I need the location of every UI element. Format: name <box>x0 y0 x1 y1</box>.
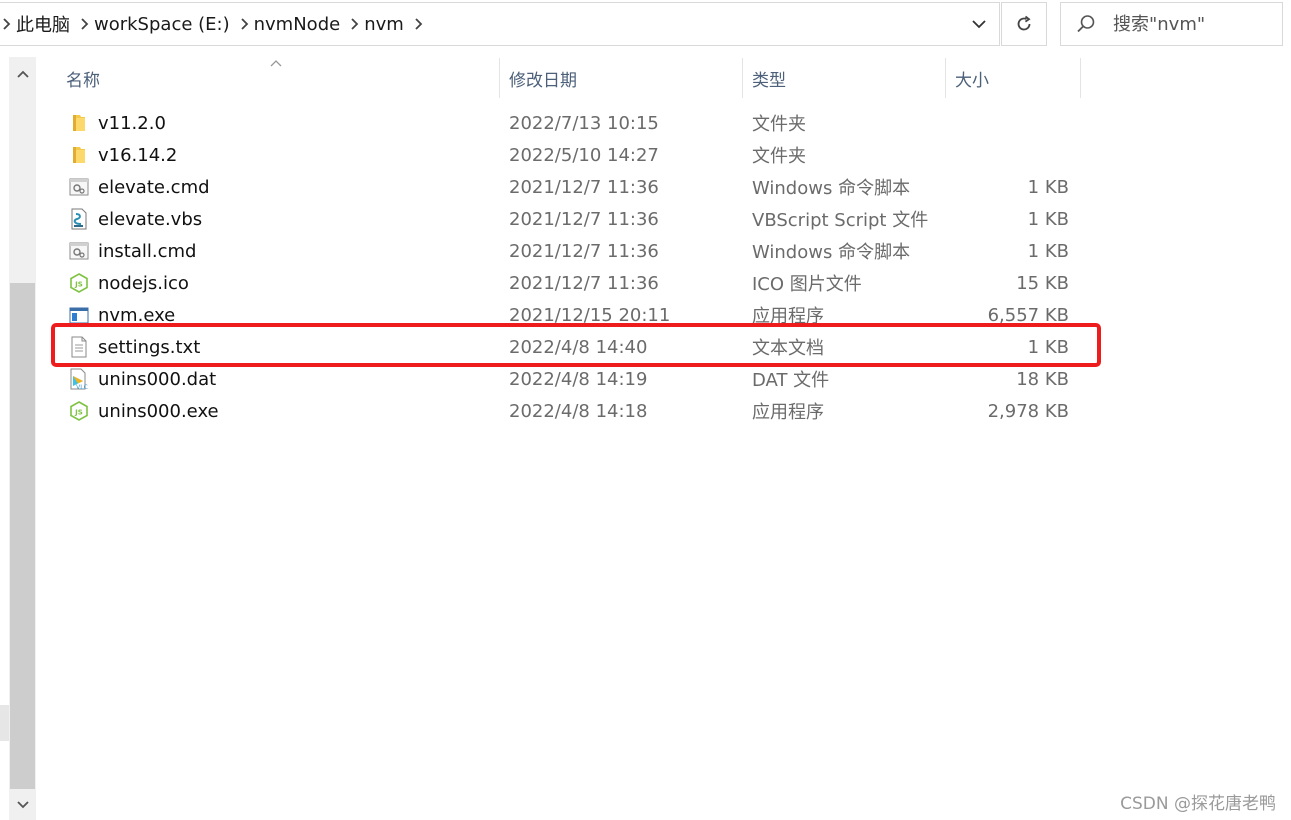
file-size: 1 KB <box>1027 208 1069 230</box>
file-type: Windows 命令脚本 <box>752 242 911 263</box>
address-bar[interactable]: 此电脑 workSpace (E:) nvmNode nvm <box>0 2 1000 46</box>
file-type: 应用程序 <box>752 306 824 327</box>
file-size: 18 KB <box>1016 368 1069 390</box>
watermark: CSDN @探花唐老鸭 <box>1120 794 1276 814</box>
chevron-up-icon <box>16 70 29 78</box>
breadcrumb-chevron-icon[interactable] <box>412 18 426 30</box>
file-name: settings.txt <box>98 336 201 358</box>
file-name: elevate.vbs <box>98 208 203 230</box>
file-name: unins000.dat <box>98 368 217 390</box>
svg-text:VLC: VLC <box>76 384 88 390</box>
file-row-v16-14-2[interactable]: v16.14.2 2022/5/10 14:27 文件夹 <box>36 139 1291 171</box>
refresh-button[interactable] <box>1001 2 1047 46</box>
file-row-settings-txt[interactable]: settings.txt 2022/4/8 14:40 文本文档 1 KB <box>36 331 1291 363</box>
column-name[interactable]: 名称 <box>56 58 499 98</box>
breadcrumb-nvmnode[interactable]: nvmNode <box>252 14 349 35</box>
svg-text:JS: JS <box>74 281 83 289</box>
file-name: install.cmd <box>98 240 197 262</box>
column-size-label: 大小 <box>955 70 989 91</box>
file-row-install-cmd[interactable]: install.cmd 2021/12/7 11:36 Windows 命令脚本 1 … <box>36 235 1291 267</box>
breadcrumb-chevron-icon[interactable] <box>78 18 92 30</box>
file-size: 6,557 KB <box>987 304 1069 326</box>
column-divider[interactable] <box>1080 58 1081 98</box>
file-size: 15 KB <box>1016 272 1069 294</box>
file-date-modified: 2022/7/13 10:15 <box>509 112 659 134</box>
file-row-unins000-dat[interactable]: VLC unins000.dat 2022/4/8 14:19 DAT 文件 18 KB <box>36 363 1291 395</box>
cmd-script-icon <box>68 171 90 203</box>
file-date-modified: 2021/12/7 11:36 <box>509 240 659 262</box>
breadcrumb-this-pc[interactable]: 此电脑 <box>14 11 78 37</box>
scrollbar-thumb[interactable] <box>10 283 35 789</box>
dat-file-icon: VLC <box>68 363 90 395</box>
chevron-down-icon <box>16 801 29 809</box>
navigation-pane-edge <box>0 705 9 741</box>
file-type: ICO 图片文件 <box>752 274 862 295</box>
file-type: VBScript Script 文件 <box>752 210 929 231</box>
file-date-modified: 2021/12/7 11:36 <box>509 208 659 230</box>
vertical-scrollbar[interactable] <box>9 57 36 820</box>
refresh-icon <box>1017 15 1031 31</box>
column-type-label: 类型 <box>752 70 786 91</box>
column-date-label: 修改日期 <box>509 70 577 91</box>
navigation-bar: 此电脑 workSpace (E:) nvmNode nvm <box>0 0 1291 54</box>
file-row-elevate-cmd[interactable]: elevate.cmd 2021/12/7 11:36 Windows 命令脚本 1 … <box>36 171 1291 203</box>
breadcrumb-chevron-icon[interactable] <box>238 18 252 30</box>
file-type: Windows 命令脚本 <box>752 178 911 199</box>
column-name-label: 名称 <box>66 70 100 91</box>
column-header: 名称 修改日期 类型 大小 <box>36 58 1291 98</box>
file-size: 2,978 KB <box>987 400 1069 422</box>
file-row-v11-2-0[interactable]: v11.2.0 2022/7/13 10:15 文件夹 <box>36 107 1291 139</box>
file-date-modified: 2022/4/8 14:40 <box>509 336 648 358</box>
folder-icon <box>68 139 90 171</box>
search-box[interactable] <box>1060 2 1283 46</box>
file-size: 1 KB <box>1027 336 1069 358</box>
file-row-nvm-exe[interactable]: nvm.exe 2021/12/15 20:11 应用程序 6,557 KB <box>36 299 1291 331</box>
file-type: 文件夹 <box>752 146 806 167</box>
folder-icon <box>68 107 90 139</box>
breadcrumb-chevron-icon[interactable] <box>348 18 362 30</box>
file-name: v16.14.2 <box>98 144 178 166</box>
scroll-up-button[interactable] <box>9 59 36 89</box>
chevron-down-icon <box>972 19 986 28</box>
file-date-modified: 2021/12/7 11:36 <box>509 272 659 294</box>
file-date-modified: 2022/5/10 14:27 <box>509 144 659 166</box>
breadcrumb-nvm[interactable]: nvm <box>362 14 412 35</box>
nodejs-icon: JS <box>68 395 90 427</box>
svg-text:JS: JS <box>74 409 83 417</box>
nodejs-icon: JS <box>68 267 90 299</box>
file-date-modified: 2022/4/8 14:18 <box>509 400 648 422</box>
search-input[interactable] <box>1111 12 1275 36</box>
search-icon <box>1061 14 1111 34</box>
text-file-icon <box>68 331 90 363</box>
file-date-modified: 2021/12/15 20:11 <box>509 304 671 326</box>
file-name: unins000.exe <box>98 400 219 422</box>
file-type: 文本文档 <box>752 338 824 359</box>
file-name: elevate.cmd <box>98 176 210 198</box>
file-row-nodejs-ico[interactable]: JS nodejs.ico 2021/12/7 11:36 ICO 图片文件 15 KB <box>36 267 1291 299</box>
cmd-script-icon <box>68 235 90 267</box>
file-type: 文件夹 <box>752 114 806 135</box>
file-row-unins000-exe[interactable]: JS unins000.exe 2022/4/8 14:18 应用程序 2,978 KB <box>36 395 1291 427</box>
file-size: 1 KB <box>1027 240 1069 262</box>
file-list: v11.2.0 2022/7/13 10:15 文件夹 v16.14.2 2022/5/… <box>36 107 1291 427</box>
scroll-down-button[interactable] <box>9 790 36 820</box>
file-size: 1 KB <box>1027 176 1069 198</box>
address-history-dropdown[interactable] <box>959 3 999 45</box>
column-type[interactable]: 类型 <box>742 58 945 98</box>
breadcrumb-root-chevron-icon[interactable] <box>0 3 14 45</box>
file-date-modified: 2022/4/8 14:19 <box>509 368 648 390</box>
file-type: 应用程序 <box>752 402 824 423</box>
exe-app-icon <box>68 299 90 331</box>
column-date-modified[interactable]: 修改日期 <box>499 58 742 98</box>
file-row-elevate-vbs[interactable]: elevate.vbs 2021/12/7 11:36 VBScript Scrip… <box>36 203 1291 235</box>
file-name: nvm.exe <box>98 304 176 326</box>
breadcrumb-workspace-drive[interactable]: workSpace (E:) <box>92 14 238 35</box>
file-type: DAT 文件 <box>752 370 830 391</box>
column-size[interactable]: 大小 <box>945 58 1080 98</box>
file-name: v11.2.0 <box>98 112 166 134</box>
file-date-modified: 2021/12/7 11:36 <box>509 176 659 198</box>
file-name: nodejs.ico <box>98 272 189 294</box>
vbs-script-icon <box>68 203 90 235</box>
